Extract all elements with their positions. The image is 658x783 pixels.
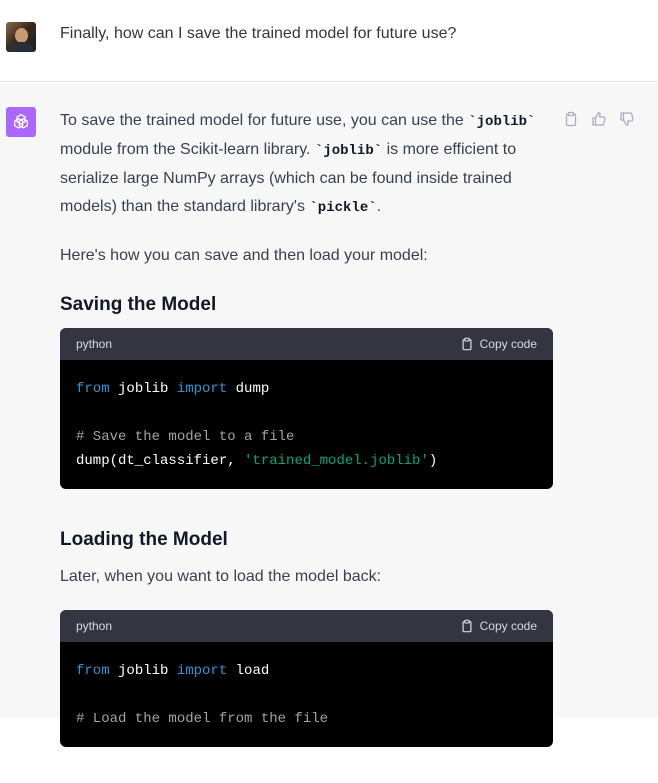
code-line: from joblib import load — [76, 663, 270, 679]
copy-code-button[interactable]: Copy code — [460, 330, 537, 358]
inline-code-joblib: `joblib` — [468, 114, 536, 130]
assistant-message-row: To save the trained model for future use… — [0, 83, 658, 747]
how-to-paragraph: Here's how you can save and then load yo… — [60, 247, 428, 264]
code-block-save: python Copy code from joblib import dump… — [60, 328, 553, 489]
code-language-label: python — [76, 619, 113, 633]
message-actions — [563, 111, 645, 129]
code-comment: # Save the model to a file — [76, 429, 295, 445]
code-comment: # Load the model from the file — [76, 711, 329, 727]
code-line: from joblib import dump — [76, 381, 270, 397]
saving-heading: Saving the Model — [60, 294, 217, 315]
copy-code-button[interactable]: Copy code — [460, 612, 537, 640]
code-block-header: python Copy code — [60, 610, 553, 642]
clipboard-icon — [462, 619, 472, 633]
loading-intro: Later, when you want to load the model b… — [60, 568, 382, 585]
intro-paragraph: To save the trained model for future use… — [60, 112, 536, 216]
user-avatar — [6, 22, 36, 52]
code-block-load: python Copy code from joblib import load… — [60, 610, 553, 747]
user-message-row: Finally, how can I save the trained mode… — [0, 0, 658, 82]
inline-code-pickle: `pickle` — [309, 200, 377, 216]
code-language-label: python — [76, 337, 113, 351]
thumbs-down-icon[interactable] — [619, 111, 635, 127]
openai-logo-icon — [6, 107, 36, 137]
clipboard-icon — [462, 337, 472, 351]
code-content: from joblib import dump # Save the model … — [60, 360, 553, 489]
assistant-message-content: To save the trained model for future use… — [60, 107, 553, 783]
thumbs-up-icon[interactable] — [591, 111, 607, 127]
loading-heading: Loading the Model — [60, 529, 228, 550]
code-line: dump(dt_classifier, 'trained_model.jobli… — [76, 453, 438, 469]
code-content: from joblib import load # Load the model … — [60, 642, 553, 747]
clipboard-icon[interactable] — [563, 111, 579, 127]
user-message-text: Finally, how can I save the trained mode… — [60, 25, 457, 42]
inline-code-joblib: `joblib` — [314, 143, 383, 159]
code-block-header: python Copy code — [60, 328, 553, 360]
